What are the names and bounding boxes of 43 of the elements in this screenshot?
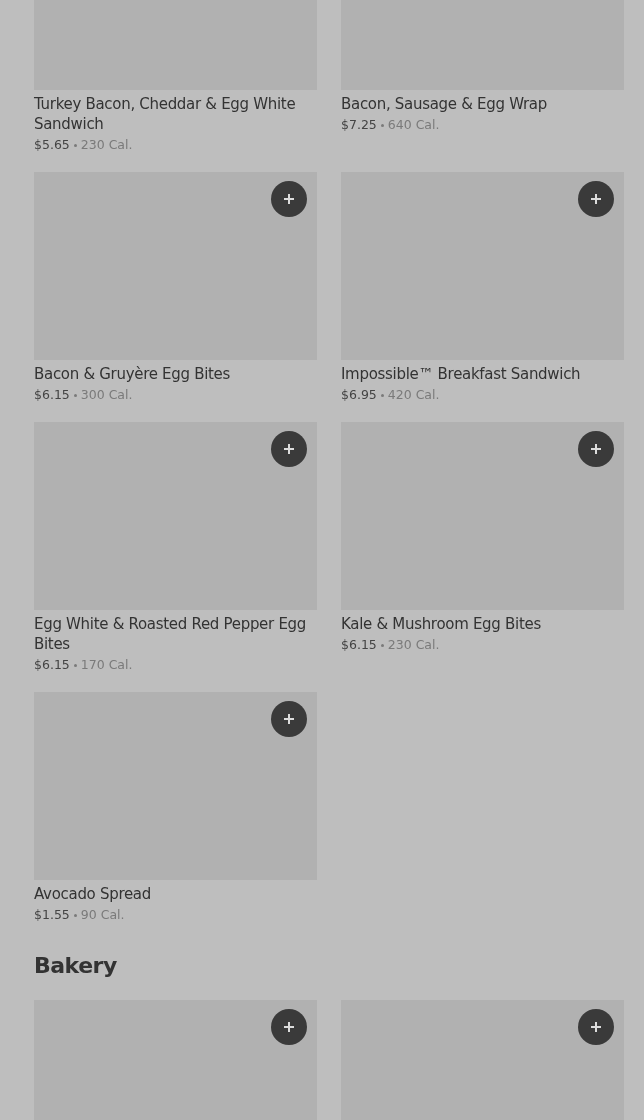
item-price: $6.15 [34, 656, 70, 674]
plus-icon [283, 443, 295, 455]
item-calories: 420 Cal. [387, 386, 440, 404]
plus-icon [590, 443, 602, 455]
add-button[interactable] [271, 181, 307, 217]
item-name[interactable]: Egg White & Roasted Red Pepper Egg Bites [34, 614, 317, 654]
separator-dot [73, 913, 77, 917]
add-button[interactable] [271, 431, 307, 467]
add-button[interactable] [578, 181, 614, 217]
item-calories: 230 Cal. [80, 136, 133, 154]
section-title: Bakery [34, 952, 118, 980]
item-calories: 170 Cal. [80, 656, 133, 674]
plus-icon [283, 713, 295, 725]
item-name[interactable]: Kale & Mushroom Egg Bites [341, 614, 624, 634]
item-price: $1.55 [34, 906, 70, 924]
item-price: $7.25 [341, 116, 377, 134]
item-name[interactable]: Impossible™ Breakfast Sandwich [341, 364, 624, 384]
separator-dot [380, 123, 384, 127]
item-calories: 300 Cal. [80, 386, 133, 404]
item-name[interactable]: Avocado Spread [34, 884, 317, 904]
separator-dot [380, 393, 384, 397]
separator-dot [73, 393, 77, 397]
plus-icon [590, 1021, 602, 1033]
item-name[interactable]: Bacon & Gruyère Egg Bites [34, 364, 317, 384]
item-name[interactable]: Turkey Bacon, Cheddar & Egg White Sandwich [34, 94, 317, 134]
add-button[interactable] [578, 431, 614, 467]
separator-dot [73, 663, 77, 667]
item-price: $5.65 [34, 136, 70, 154]
item-name[interactable]: Bacon, Sausage & Egg Wrap [341, 94, 624, 114]
plus-icon [283, 1021, 295, 1033]
item-price: $6.95 [341, 386, 377, 404]
plus-icon [283, 193, 295, 205]
add-button[interactable] [271, 1009, 307, 1045]
item-price: $6.15 [341, 636, 377, 654]
add-button[interactable] [271, 701, 307, 737]
item-calories: 90 Cal. [80, 906, 125, 924]
add-button[interactable] [578, 1009, 614, 1045]
item-calories: 640 Cal. [387, 116, 440, 134]
separator-dot [73, 143, 77, 147]
separator-dot [380, 643, 384, 647]
item-calories: 230 Cal. [387, 636, 440, 654]
item-price: $6.15 [34, 386, 70, 404]
plus-icon [590, 193, 602, 205]
